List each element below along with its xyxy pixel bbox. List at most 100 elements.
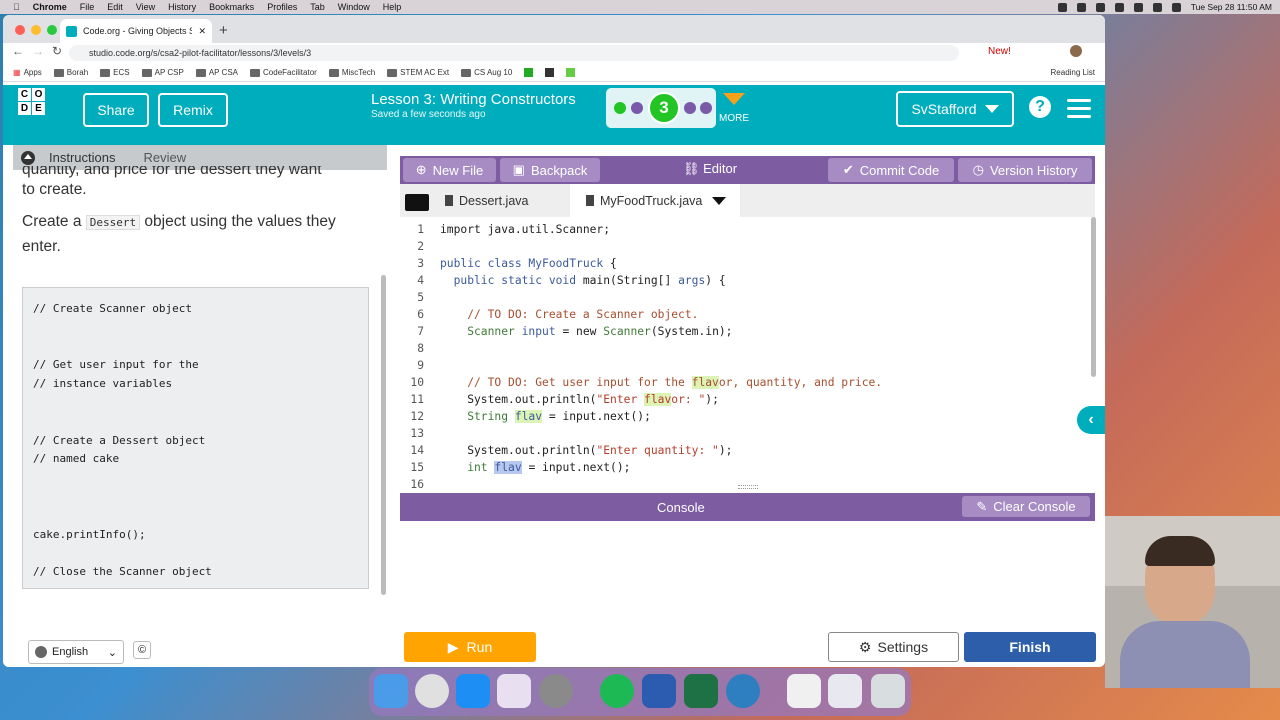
help-icon[interactable]: ? bbox=[1029, 96, 1051, 118]
menu-bookmarks[interactable]: Bookmarks bbox=[209, 2, 254, 12]
resize-handle-icon[interactable] bbox=[738, 485, 758, 489]
bookmark-icon[interactable] bbox=[545, 68, 555, 77]
menu-help[interactable]: Help bbox=[383, 2, 402, 12]
bookmark-folder[interactable]: CodeFacilitator bbox=[250, 68, 317, 77]
copyright-button[interactable]: © bbox=[133, 641, 151, 659]
bookmark-folder[interactable]: AP CSP bbox=[141, 68, 184, 77]
forward-icon[interactable]: → bbox=[32, 44, 44, 58]
document-thumbnail-icon[interactable] bbox=[787, 674, 821, 708]
bookmark-folder[interactable]: ECS bbox=[100, 68, 130, 77]
menu-view[interactable]: View bbox=[136, 2, 155, 12]
wifi-icon[interactable] bbox=[1133, 2, 1143, 12]
search-icon[interactable] bbox=[1152, 2, 1162, 12]
instructions-scrollbar[interactable] bbox=[381, 275, 386, 595]
collapse-instructions-icon[interactable] bbox=[21, 150, 35, 165]
quicktime-icon[interactable] bbox=[726, 674, 760, 708]
bookmark-folder[interactable]: CS Aug 10 bbox=[461, 68, 512, 77]
tab-close-icon[interactable]: ✕ bbox=[198, 26, 206, 37]
system-preferences-icon[interactable] bbox=[539, 674, 573, 708]
hamburger-menu-icon[interactable] bbox=[1067, 99, 1091, 102]
spotify-icon[interactable] bbox=[600, 674, 634, 708]
file-tab-dessert[interactable]: Dessert.java bbox=[445, 184, 528, 217]
backpack-button[interactable]: ▣ Backpack bbox=[500, 158, 600, 182]
reading-list[interactable]: Reading List bbox=[1051, 68, 1095, 77]
finder-icon[interactable] bbox=[374, 674, 408, 708]
level-dot[interactable] bbox=[614, 102, 626, 114]
back-icon[interactable]: ← bbox=[12, 44, 24, 58]
finish-button[interactable]: Finish bbox=[964, 632, 1096, 662]
commit-code-button[interactable]: ✔ Commit Code bbox=[828, 158, 954, 182]
app-store-icon[interactable] bbox=[456, 674, 490, 708]
tab-title: Code.org - Giving Objects Stat bbox=[83, 26, 193, 36]
window-thumbnail-icon[interactable] bbox=[828, 674, 862, 708]
level-dot[interactable] bbox=[631, 102, 643, 114]
more-caret-icon[interactable] bbox=[723, 93, 745, 105]
launchpad-icon[interactable] bbox=[497, 674, 531, 708]
settings-button[interactable]: ⚙ Settings bbox=[828, 632, 959, 662]
browser-tab[interactable]: Code.org - Giving Objects Stat ✕ bbox=[60, 19, 212, 43]
bookmark-icon[interactable] bbox=[524, 68, 534, 77]
console-output[interactable] bbox=[400, 521, 1095, 631]
more-link[interactable]: MORE bbox=[719, 113, 749, 124]
close-window-icon[interactable] bbox=[15, 25, 25, 35]
console-label: Console bbox=[657, 500, 705, 515]
url-bar[interactable]: studio.code.org/s/csa2-pilot-facilitator… bbox=[69, 45, 959, 61]
menu-app-name[interactable]: Chrome bbox=[33, 2, 67, 12]
chrome-icon[interactable] bbox=[415, 674, 449, 708]
hamburger-menu-icon[interactable] bbox=[1067, 115, 1091, 118]
word-icon[interactable] bbox=[642, 674, 676, 708]
level-dot[interactable] bbox=[684, 102, 696, 114]
apple-icon[interactable]:  bbox=[13, 2, 20, 12]
bookmark-folder[interactable]: MiscTech bbox=[328, 68, 375, 77]
version-history-button[interactable]: ◷ Version History bbox=[958, 158, 1092, 182]
remix-button[interactable]: Remix bbox=[158, 93, 228, 127]
user-menu-button[interactable]: SvStafford bbox=[896, 91, 1014, 127]
menu-file[interactable]: File bbox=[80, 2, 95, 12]
minimize-window-icon[interactable] bbox=[31, 25, 41, 35]
drive-icon[interactable] bbox=[1095, 2, 1105, 12]
excel-icon[interactable] bbox=[684, 674, 718, 708]
folder-icon[interactable] bbox=[405, 194, 429, 211]
menu-profiles[interactable]: Profiles bbox=[267, 2, 297, 12]
new-file-button[interactable]: ⊕ New File bbox=[403, 158, 496, 182]
profile-avatar-icon[interactable] bbox=[1070, 45, 1082, 57]
code-editor[interactable]: 1 import java.util.Scanner; 2 3 public cla… bbox=[400, 217, 1090, 499]
clear-console-button[interactable]: ✎ Clear Console bbox=[962, 496, 1090, 517]
new-tab-icon[interactable]: + bbox=[219, 22, 228, 39]
editor-toolbar: ⊕ New File ▣ Backpack ⛓ Editor ✔ Commit Cod… bbox=[400, 156, 1095, 184]
menubar-clock[interactable]: Tue Sep 28 11:50 AM bbox=[1191, 2, 1272, 12]
file-tab-myfoodtruck[interactable]: MyFoodTruck.java bbox=[570, 184, 741, 217]
tab-review[interactable]: Review bbox=[143, 150, 186, 165]
menu-history[interactable]: History bbox=[168, 2, 196, 12]
bookmark-icon[interactable] bbox=[566, 68, 576, 77]
folder-icon bbox=[141, 68, 152, 77]
tab-instructions[interactable]: Instructions bbox=[49, 150, 115, 165]
menu-window[interactable]: Window bbox=[338, 2, 370, 12]
bookmark-folder[interactable]: STEM AC Ext bbox=[387, 68, 449, 77]
hamburger-menu-icon[interactable] bbox=[1067, 107, 1091, 110]
run-button[interactable]: ▶ Run bbox=[404, 632, 536, 662]
collapse-panel-icon[interactable]: ‹ bbox=[1077, 406, 1105, 434]
bookmark-folder[interactable]: AP CSA bbox=[195, 68, 238, 77]
record-icon[interactable] bbox=[1057, 2, 1067, 12]
level-dot[interactable] bbox=[700, 102, 712, 114]
share-button[interactable]: Share bbox=[83, 93, 149, 127]
reload-icon[interactable]: ↻ bbox=[52, 44, 62, 58]
control-center-icon[interactable] bbox=[1171, 2, 1181, 12]
extension-icon[interactable] bbox=[1076, 2, 1086, 12]
bookmark-apps[interactable]: ▦ Apps bbox=[13, 68, 42, 77]
maximize-window-icon[interactable] bbox=[47, 25, 57, 35]
language-select[interactable]: English ⌄ bbox=[28, 640, 124, 664]
trash-icon[interactable] bbox=[871, 674, 905, 708]
battery-icon[interactable] bbox=[1114, 2, 1124, 12]
codeorg-favicon-icon bbox=[66, 25, 77, 37]
bookmark-folder[interactable]: Borah bbox=[53, 68, 88, 77]
current-level-bubble[interactable]: 3 bbox=[648, 92, 680, 124]
menu-edit[interactable]: Edit bbox=[107, 2, 123, 12]
editor-scrollbar[interactable] bbox=[1091, 217, 1096, 377]
codeorg-header: CO DE Share Remix Lesson 3: Writing Cons… bbox=[3, 85, 1105, 145]
menu-tab[interactable]: Tab bbox=[310, 2, 325, 12]
codeorg-logo[interactable]: CO DE bbox=[18, 88, 58, 128]
